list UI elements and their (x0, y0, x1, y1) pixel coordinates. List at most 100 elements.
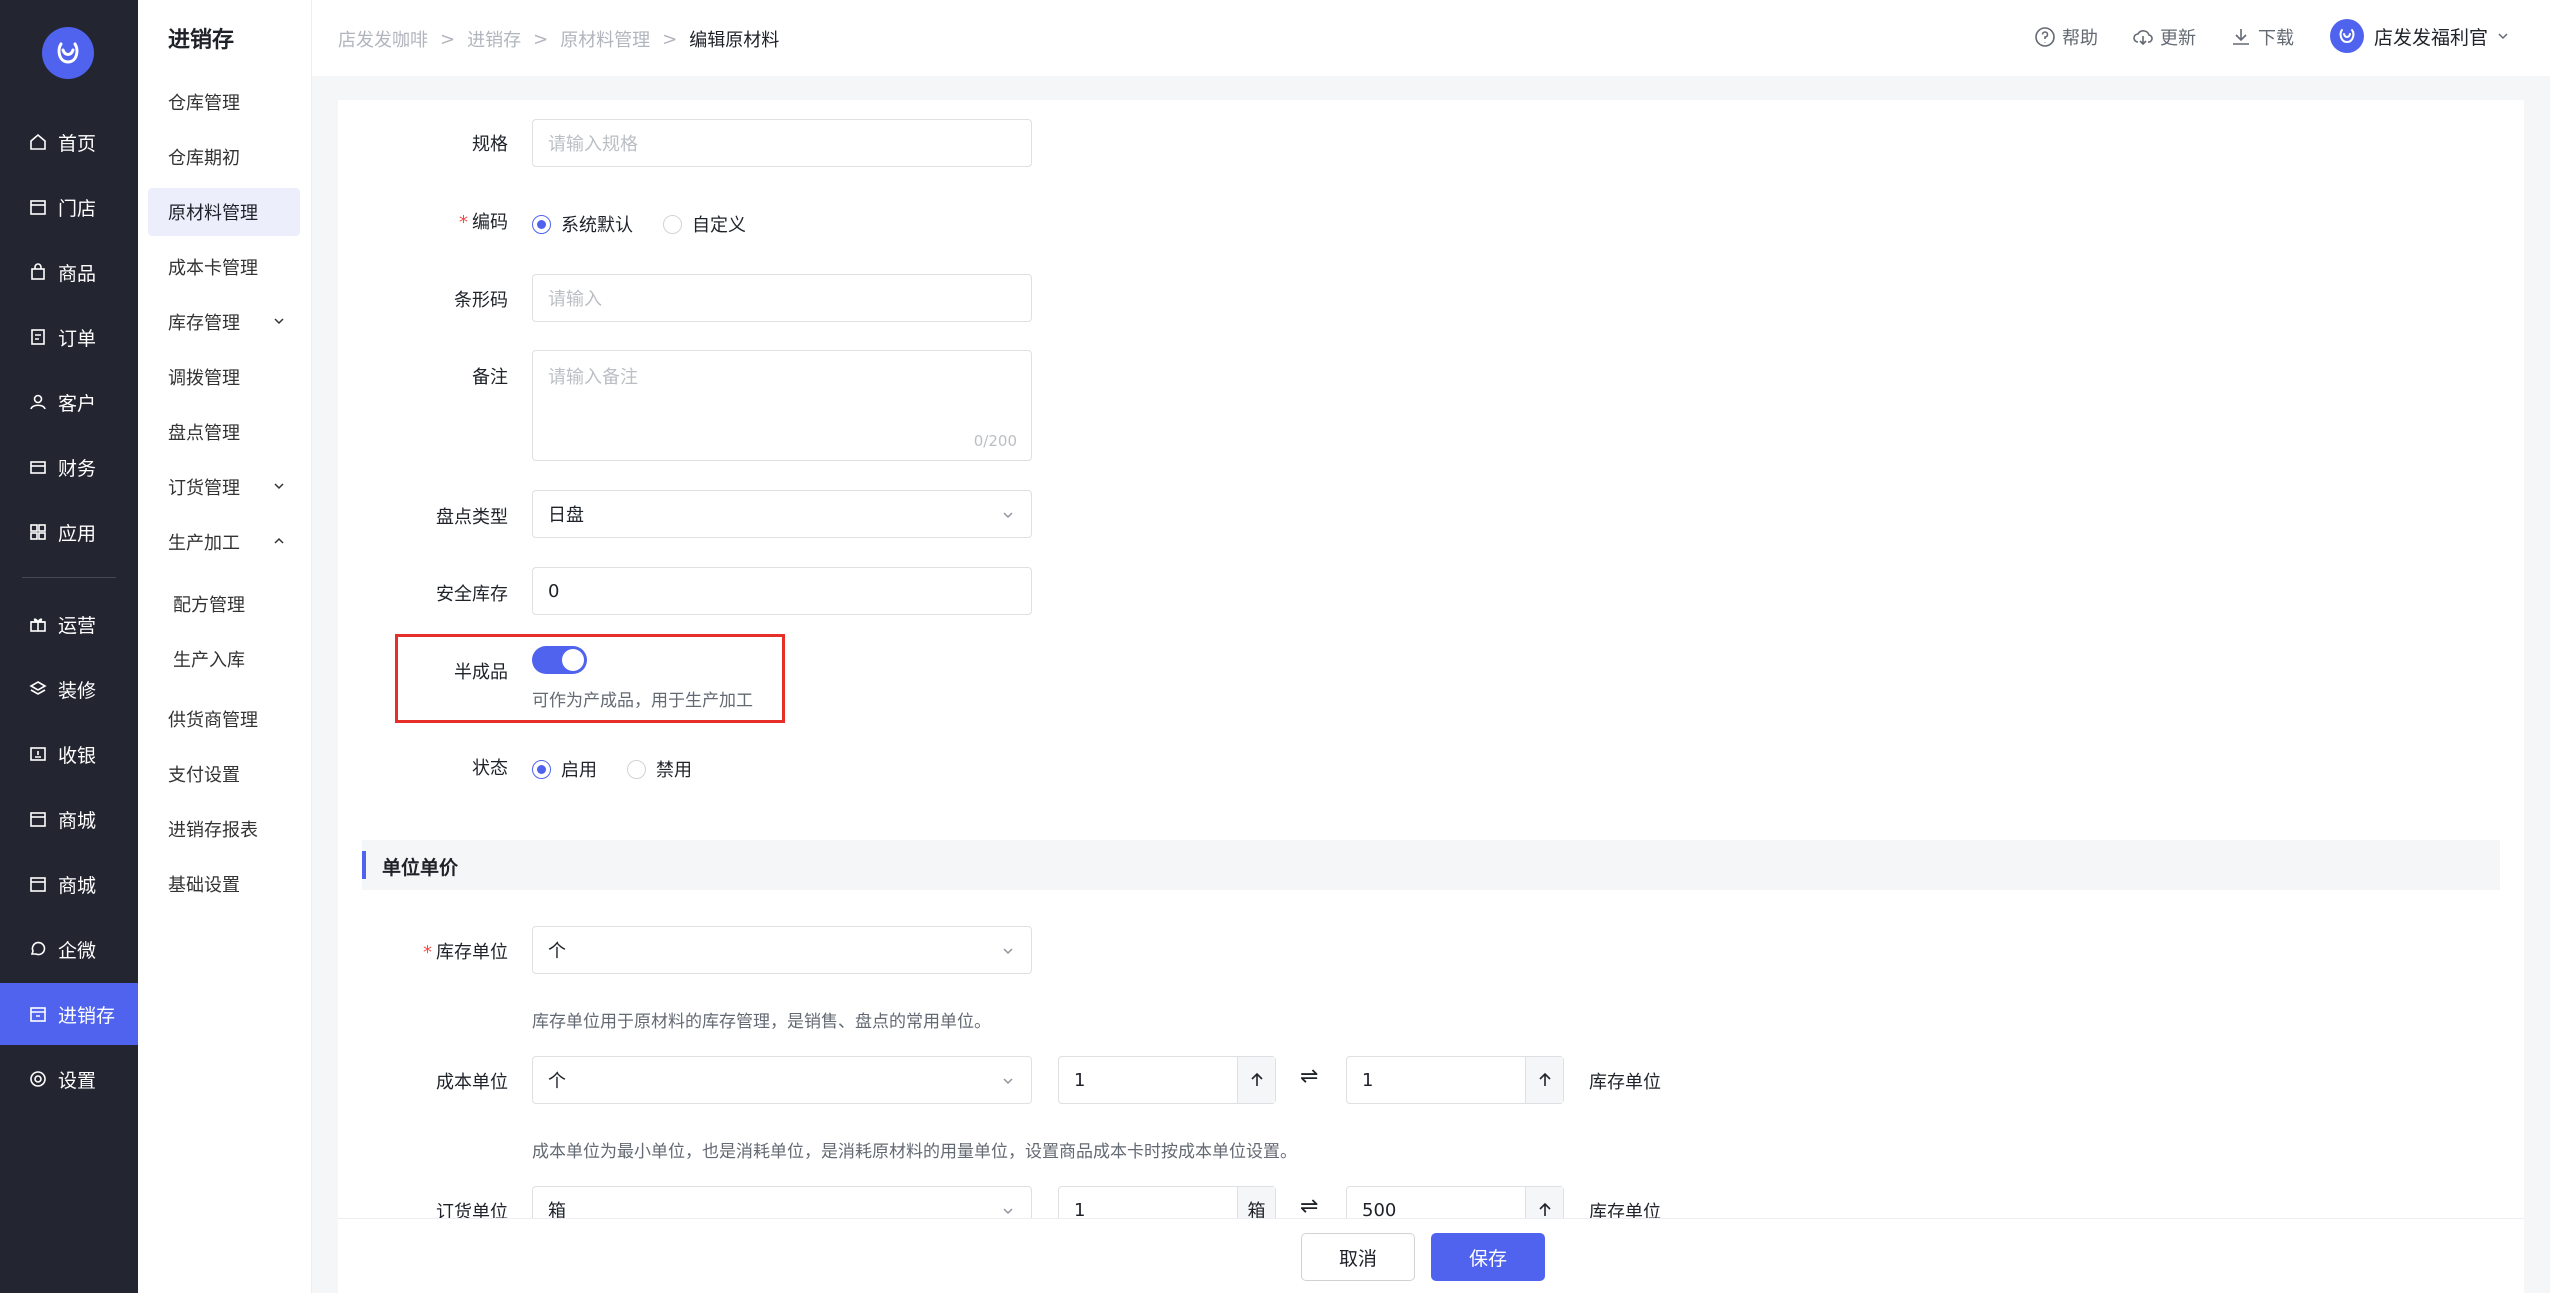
check-type-select[interactable]: 日盘 (532, 490, 1032, 538)
submenu-item-recipes[interactable]: 配方管理 (148, 580, 300, 628)
nav-item-settings[interactable]: 设置 (0, 1048, 138, 1110)
help-button[interactable]: 帮助 (2034, 24, 2098, 50)
required-mark: * (459, 212, 468, 233)
status-option-enabled[interactable]: 启用 (561, 756, 597, 782)
stock-unit-label-text: 库存单位 (436, 942, 508, 963)
submenu-item-warehouse[interactable]: 仓库管理 (148, 78, 300, 126)
submenu-item-basic-settings[interactable]: 基础设置 (148, 860, 300, 908)
safety-stock-input[interactable]: 0 (532, 567, 1032, 615)
cost-unit-ratio-addon[interactable] (1525, 1057, 1563, 1103)
bag-icon (31, 263, 45, 280)
status-option-disabled[interactable]: 禁用 (656, 756, 692, 782)
submenu-item-cost-card[interactable]: 成本卡管理 (148, 243, 300, 291)
nav-label: 首页 (58, 132, 97, 155)
nav-label: 商品 (58, 262, 97, 285)
store-icon (30, 877, 46, 892)
code-radio-default[interactable] (532, 214, 551, 234)
cost-unit-right-unit: 库存单位 (1589, 1072, 1661, 1093)
update-button[interactable]: 更新 (2132, 24, 2196, 50)
nav-item-mall-2[interactable]: 商城 (0, 853, 138, 915)
submenu-item-raw-materials[interactable]: 原材料管理 (148, 188, 300, 236)
store-icon (30, 812, 46, 827)
breadcrumb-item[interactable]: 原材料管理 (560, 26, 650, 52)
check-type-label: 盘点类型 (436, 507, 508, 528)
arrow-up-icon (1250, 1072, 1263, 1086)
nav-label: 装修 (58, 679, 97, 702)
nav-item-cashier[interactable]: 收银 (0, 723, 138, 785)
nav-item-goods[interactable]: 商品 (0, 241, 138, 303)
download-button[interactable]: 下载 (2230, 24, 2294, 50)
stock-unit-select[interactable]: 个 (532, 926, 1032, 974)
submenu-item-payment[interactable]: 支付设置 (148, 750, 300, 798)
stock-unit-hint: 库存单位用于原材料的库存管理，是销售、盘点的常用单位。 (532, 1012, 991, 1032)
cost-unit-qty-input[interactable]: 1 (1058, 1056, 1276, 1104)
cost-unit-ratio-input[interactable]: 1 (1346, 1056, 1564, 1104)
section-accent (362, 851, 366, 879)
nav-item-home[interactable]: 首页 (0, 111, 138, 173)
code-option-custom[interactable]: 自定义 (692, 211, 746, 237)
status-radio-disabled[interactable] (627, 759, 646, 779)
help-label: 帮助 (2062, 28, 2098, 49)
cost-unit-qty-addon[interactable] (1237, 1057, 1275, 1103)
save-button[interactable]: 保存 (1431, 1233, 1545, 1281)
remark-char-count: 0/200 (973, 432, 1017, 450)
nav-item-decorate[interactable]: 装修 (0, 658, 138, 720)
stock-unit-label: * 库存单位 (338, 938, 508, 964)
wallet-icon (30, 461, 46, 474)
semi-product-toggle[interactable] (532, 646, 587, 674)
submenu-item-stock[interactable]: 库存管理 (148, 298, 300, 346)
breadcrumb: 店发发咖啡 > 进销存 > 原材料管理 > 编辑原材料 (338, 26, 779, 52)
cost-unit-label: 成本单位 (436, 1072, 508, 1093)
app-logo[interactable] (42, 27, 94, 79)
remark-textarea[interactable]: 请输入备注 0/200 (532, 350, 1032, 461)
nav-label: 设置 (58, 1069, 97, 1092)
nav-item-apps[interactable]: 应用 (0, 501, 138, 563)
barcode-input[interactable]: 请输入 (532, 274, 1032, 322)
nav-item-finance[interactable]: 财务 (0, 436, 138, 498)
cost-unit-hint: 成本单位为最小单位，也是消耗单位，是消耗原材料的用量单位，设置商品成本卡时按成本… (532, 1142, 1297, 1162)
nav-label: 企微 (58, 939, 97, 962)
user-menu[interactable]: 店发发福利官 (2330, 19, 2510, 53)
submenu-label: 进销存报表 (168, 820, 258, 841)
cancel-button[interactable]: 取消 (1301, 1233, 1415, 1281)
nav-item-orders[interactable]: 订单 (0, 306, 138, 368)
avatar (2330, 19, 2364, 53)
nav-item-mall[interactable]: 商城 (0, 788, 138, 850)
breadcrumb-item[interactable]: 店发发咖啡 (338, 26, 428, 52)
submenu-item-ordering[interactable]: 订货管理 (148, 463, 300, 511)
submenu-label: 支付设置 (168, 765, 240, 786)
chevron-down-icon (2498, 33, 2508, 40)
breadcrumb-item[interactable]: 进销存 (467, 26, 521, 52)
stock-unit-value: 个 (548, 941, 566, 962)
submenu-item-transfer[interactable]: 调拨管理 (148, 353, 300, 401)
inventory-icon (30, 1007, 46, 1022)
submenu-item-stocktake[interactable]: 盘点管理 (148, 408, 300, 456)
submenu-item-reports[interactable]: 进销存报表 (148, 805, 300, 853)
logo-icon (2339, 29, 2355, 44)
chevron-down-icon (1003, 948, 1013, 955)
nav-label: 财务 (58, 457, 97, 480)
nav-item-inventory[interactable]: 进销存 (0, 983, 138, 1045)
submenu-item-warehouse-opening[interactable]: 仓库期初 (148, 133, 300, 181)
barcode-label: 条形码 (454, 290, 508, 311)
submenu-item-suppliers[interactable]: 供货商管理 (148, 695, 300, 743)
cost-unit-select[interactable]: 个 (532, 1056, 1032, 1104)
submenu-label: 原材料管理 (168, 203, 258, 224)
nav-item-operations[interactable]: 运营 (0, 593, 138, 655)
section-title: 单位单价 (382, 857, 459, 879)
spec-input[interactable]: 请输入规格 (532, 119, 1032, 167)
status-radio-enabled[interactable] (532, 759, 551, 779)
code-radio-group: 系统默认 自定义 (532, 211, 776, 237)
swap-icon: ⇌ (1300, 1194, 1319, 1219)
breadcrumb-separator: > (533, 28, 549, 50)
cost-unit-ratio-value: 1 (1362, 1069, 1374, 1091)
nav-item-store[interactable]: 门店 (0, 176, 138, 238)
submenu-item-production[interactable]: 生产加工 (148, 518, 300, 566)
code-option-default[interactable]: 系统默认 (561, 211, 633, 237)
chevron-down-icon (1003, 1208, 1013, 1215)
submenu-item-production-inbound[interactable]: 生产入库 (148, 635, 300, 683)
nav-item-customers[interactable]: 客户 (0, 371, 138, 433)
code-radio-custom[interactable] (663, 214, 682, 234)
nav-item-wecom[interactable]: 企微 (0, 918, 138, 980)
submenu-label: 供货商管理 (168, 710, 258, 731)
